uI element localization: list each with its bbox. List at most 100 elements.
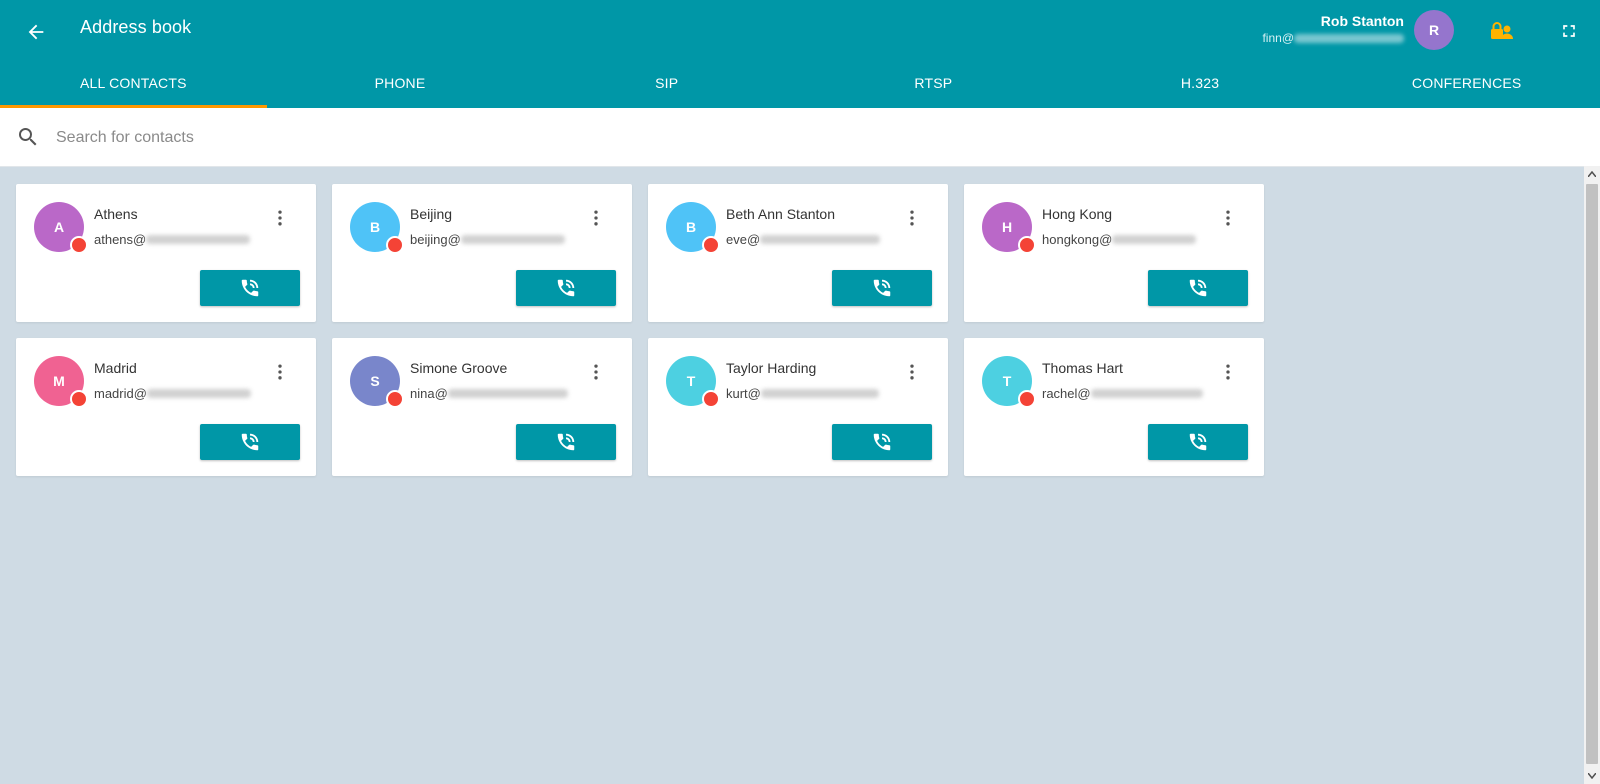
redacted-domain: [760, 389, 879, 398]
redacted-domain: [460, 235, 565, 244]
user-avatar[interactable]: R: [1414, 10, 1454, 50]
more-options-button[interactable]: [900, 206, 924, 230]
contact-email-prefix: athens@: [94, 232, 147, 247]
more-options-button[interactable]: [584, 206, 608, 230]
chevron-up-icon: [1588, 171, 1596, 177]
contact-card: A Athens athens@: [16, 184, 316, 322]
contact-email: nina@: [410, 386, 568, 401]
vertical-scrollbar[interactable]: [1584, 166, 1600, 784]
fullscreen-button[interactable]: [1554, 16, 1584, 46]
scrollbar-thumb[interactable]: [1586, 184, 1598, 764]
more-options-button[interactable]: [1216, 360, 1240, 384]
app-header: Address book Rob Stanton finn@ R ALL CON…: [0, 0, 1600, 108]
contact-name: Beth Ann Stanton: [726, 206, 835, 222]
tab-rtsp[interactable]: RTSP: [800, 58, 1067, 108]
more-vert-icon: [594, 210, 598, 226]
phone-call-icon: [241, 433, 259, 451]
more-options-button[interactable]: [900, 360, 924, 384]
more-options-button[interactable]: [268, 360, 292, 384]
scroll-up-button[interactable]: [1584, 166, 1600, 182]
contact-email-prefix: nina@: [410, 386, 448, 401]
tab-h323[interactable]: H.323: [1067, 58, 1334, 108]
status-badge: [70, 236, 88, 254]
more-vert-icon: [278, 364, 282, 380]
call-button[interactable]: [200, 424, 300, 460]
status-badge: [1018, 236, 1036, 254]
user-email-prefix: finn@: [1262, 31, 1294, 45]
more-vert-icon: [594, 364, 598, 380]
phone-call-icon: [873, 279, 891, 297]
tab-phone[interactable]: PHONE: [267, 58, 534, 108]
phone-call-icon: [557, 433, 575, 451]
contact-card: B Beijing beijing@: [332, 184, 632, 322]
tab-all-contacts[interactable]: ALL CONTACTS: [0, 58, 267, 108]
contacts-grid: A Athens athens@ B Beijing beijing@ B Be…: [16, 184, 1264, 476]
contact-name: Simone Groove: [410, 360, 508, 376]
more-vert-icon: [1226, 210, 1230, 226]
call-button[interactable]: [832, 424, 932, 460]
back-button[interactable]: [20, 16, 52, 48]
contact-email-prefix: eve@: [726, 232, 761, 247]
more-options-button[interactable]: [1216, 206, 1240, 230]
redacted-domain: [1090, 389, 1203, 398]
more-vert-icon: [910, 210, 914, 226]
page-title: Address book: [80, 17, 192, 37]
contact-email: eve@: [726, 232, 881, 247]
contact-card: T Thomas Hart rachel@: [964, 338, 1264, 476]
status-badge: [1018, 390, 1036, 408]
more-vert-icon: [278, 210, 282, 226]
contact-name: Thomas Hart: [1042, 360, 1123, 376]
contact-email: beijing@: [410, 232, 565, 247]
call-button[interactable]: [516, 270, 616, 306]
scroll-down-button[interactable]: [1584, 768, 1600, 784]
contacts-area: A Athens athens@ B Beijing beijing@ B Be…: [0, 166, 1584, 784]
lock-button[interactable]: [1488, 16, 1518, 46]
contact-name: Athens: [94, 206, 138, 222]
contact-email-prefix: beijing@: [410, 232, 461, 247]
phone-call-icon: [557, 279, 575, 297]
tab-conferences[interactable]: CONFERENCES: [1333, 58, 1600, 108]
contact-card: M Madrid madrid@: [16, 338, 316, 476]
call-button[interactable]: [1148, 270, 1248, 306]
user-info: Rob Stanton finn@: [1262, 12, 1404, 46]
contact-name: Taylor Harding: [726, 360, 817, 376]
contact-email: kurt@: [726, 386, 879, 401]
chevron-down-icon: [1588, 773, 1596, 779]
contact-card: T Taylor Harding kurt@: [648, 338, 948, 476]
contact-card: H Hong Kong hongkong@: [964, 184, 1264, 322]
contact-name: Hong Kong: [1042, 206, 1113, 222]
more-vert-icon: [1226, 364, 1230, 380]
phone-call-icon: [873, 433, 891, 451]
redacted-domain: [146, 389, 251, 398]
tab-sip[interactable]: SIP: [533, 58, 800, 108]
call-button[interactable]: [832, 270, 932, 306]
contact-email-prefix: madrid@: [94, 386, 147, 401]
more-options-button[interactable]: [584, 360, 608, 384]
contact-email: madrid@: [94, 386, 251, 401]
search-input[interactable]: [54, 122, 958, 154]
contact-email-prefix: kurt@: [726, 386, 761, 401]
lock-user-icon: [1491, 22, 1513, 39]
contact-email: hongkong@: [1042, 232, 1197, 247]
contact-name: Beijing: [410, 206, 453, 222]
redacted-domain: [146, 235, 251, 244]
search-icon: [19, 128, 37, 146]
contact-card: S Simone Groove nina@: [332, 338, 632, 476]
tab-bar: ALL CONTACTS PHONE SIP RTSP H.323 CONFER…: [0, 58, 1600, 108]
status-badge: [702, 390, 720, 408]
phone-call-icon: [241, 279, 259, 297]
status-badge: [702, 236, 720, 254]
contact-name: Madrid: [94, 360, 137, 376]
fullscreen-icon: [1563, 25, 1575, 37]
status-badge: [386, 390, 404, 408]
redacted-domain: [447, 389, 568, 398]
call-button[interactable]: [200, 270, 300, 306]
status-badge: [70, 390, 88, 408]
contact-email: athens@: [94, 232, 251, 247]
contact-email-prefix: hongkong@: [1042, 232, 1113, 247]
redacted-domain: [1294, 33, 1404, 43]
call-button[interactable]: [516, 424, 616, 460]
more-options-button[interactable]: [268, 206, 292, 230]
call-button[interactable]: [1148, 424, 1248, 460]
contact-email-prefix: rachel@: [1042, 386, 1091, 401]
